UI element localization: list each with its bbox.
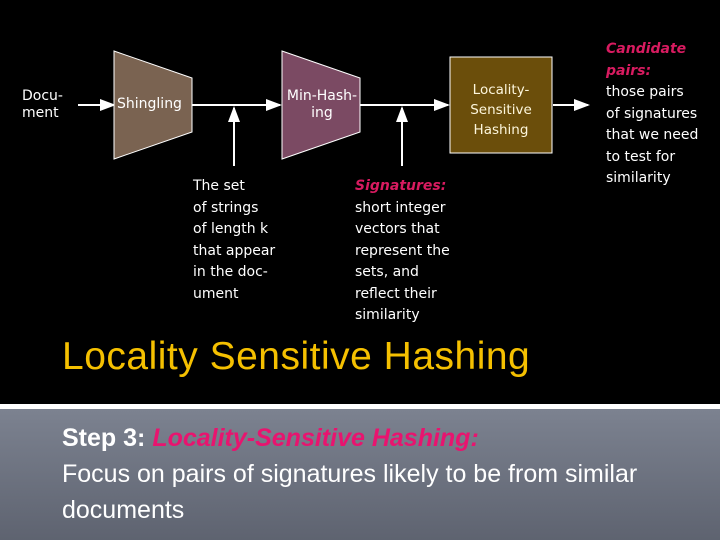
note-line: The set [193,178,245,194]
note-line: vectors that [355,221,440,237]
note-line: similarity [355,307,420,323]
step-description: Focus on pairs of signatures likely to b… [62,460,638,524]
step-label: Step 3: [62,424,146,452]
signatures-note: Signatures: short integer vectors that r… [355,176,485,327]
candidates-note: Candidate pairs: those pairs of signatur… [606,39,718,190]
note-line: reflect their [355,285,437,302]
note-line: to test for [606,148,676,165]
note-line: of length k [193,221,269,237]
note-line: in the doc- [193,264,268,280]
note-line: similarity [606,170,671,186]
shingling-label: Shingling [117,96,182,112]
document-label: Docu- ment [22,88,63,121]
step-name: Locality-Sensitive Hashing: [152,424,479,452]
minhash-label: Min-Hash- ing [286,88,358,121]
note-line: sets, and [355,264,419,280]
note-line: those pairs [606,84,684,100]
signatures-heading: Signatures: [355,178,447,194]
note-line: that appear [193,242,276,259]
note-line: of strings [193,199,259,216]
note-line: that we need [606,127,699,143]
note-line: represent the [355,242,450,259]
note-line: of signatures [606,105,698,122]
lsh-label: Locality- Sensitive Hashing [470,82,532,138]
shingles-note: The set of strings of length k that appe… [193,176,313,305]
step-text: Step 3: Locality-Sensitive Hashing: Focu… [62,420,712,528]
candidates-heading: Candidate pairs: [606,41,687,79]
note-line: ument [193,285,239,302]
note-line: short integer [355,199,446,216]
slide-title: Locality Sensitive Hashing [62,335,531,378]
